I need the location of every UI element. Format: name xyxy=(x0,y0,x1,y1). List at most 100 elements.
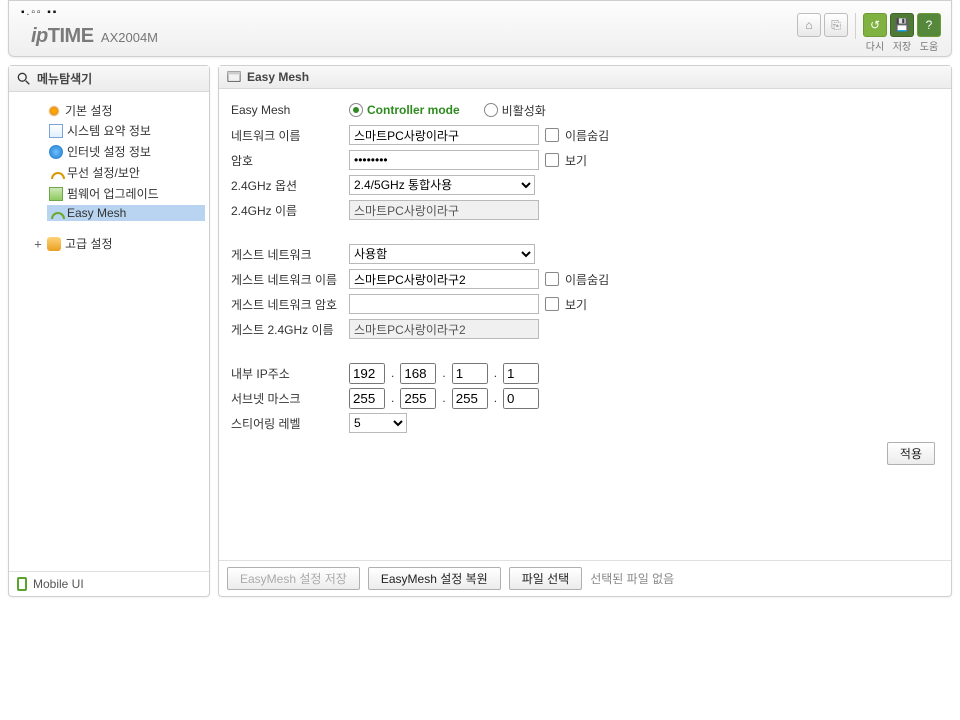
help-button[interactable]: ? xyxy=(917,13,941,37)
password-label: 암호 xyxy=(231,152,349,169)
guest-name24-input xyxy=(349,319,539,339)
mode-controller-radio[interactable] xyxy=(349,103,363,117)
mode-disabled-label[interactable]: 비활성화 xyxy=(502,102,546,119)
header-dots-icon: ▪.▫▫ ▪▪ xyxy=(21,7,58,18)
magnifier-icon xyxy=(17,72,31,86)
apply-button[interactable]: 적용 xyxy=(887,442,935,465)
file-none-label: 선택된 파일 없음 xyxy=(590,570,674,587)
ip-octet-2[interactable] xyxy=(400,363,436,384)
opt24-select[interactable]: 2.4/5GHz 통합사용 xyxy=(349,175,535,195)
nav-tree: 기본 설정 시스템 요약 정보 인터넷 설정 정보 xyxy=(9,92,209,571)
tree-label-firmware: 펌웨어 업그레이드 xyxy=(67,185,159,202)
save-label: 저장 xyxy=(890,38,914,53)
ip-label: 내부 IP주소 xyxy=(231,365,349,382)
collapse-icon: + xyxy=(33,237,43,251)
tree-label-system: 시스템 요약 정보 xyxy=(67,122,151,139)
mesh-icon xyxy=(49,206,63,220)
mask-octet-2[interactable] xyxy=(400,388,436,409)
tree-node-wireless[interactable]: 무선 설정/보안 xyxy=(47,163,205,182)
gear-icon xyxy=(47,104,61,118)
guest-name24-label: 게스트 2.4GHz 이름 xyxy=(231,321,349,338)
save-config-button: EasyMesh 설정 저장 xyxy=(227,567,360,590)
home-icon: ⌂ xyxy=(805,18,812,32)
name24-label: 2.4GHz 이름 xyxy=(231,202,349,219)
tree-node-firmware[interactable]: 펌웨어 업그레이드 xyxy=(47,184,205,203)
guest-password-input[interactable] xyxy=(349,294,539,314)
tree-label-internet: 인터넷 설정 정보 xyxy=(67,143,151,160)
guest-label: 게스트 네트워크 xyxy=(231,246,349,263)
guest-ssid-hide-label[interactable]: 이름숨김 xyxy=(565,271,609,288)
reload-button[interactable]: ↺ xyxy=(863,13,887,37)
content-pane: Easy Mesh Easy Mesh Controller mode 비활성화 xyxy=(218,65,952,597)
ssid-label: 네트워크 이름 xyxy=(231,127,349,144)
main-area: 메뉴탐색기 기본 설정 시스템 요약 정보 xyxy=(0,65,960,605)
ip-octet-3[interactable] xyxy=(452,363,488,384)
content-footer: EasyMesh 설정 저장 EasyMesh 설정 복원 파일 선택 선택된 … xyxy=(219,560,951,596)
mask-label: 서브넷 마스크 xyxy=(231,390,349,407)
help-icon: ? xyxy=(926,18,933,32)
mode-controller-label[interactable]: Controller mode xyxy=(367,103,460,117)
ip-octet-4[interactable] xyxy=(503,363,539,384)
sidebar-title: 메뉴탐색기 xyxy=(9,66,209,92)
panel-icon xyxy=(227,70,241,84)
password-show-label[interactable]: 보기 xyxy=(565,152,587,169)
tree-node-internet[interactable]: 인터넷 설정 정보 xyxy=(47,142,205,161)
sidebar-footer[interactable]: Mobile UI xyxy=(9,571,209,596)
mask-octet-4[interactable] xyxy=(503,388,539,409)
globe-icon xyxy=(49,145,63,159)
tree-label-wireless: 무선 설정/보안 xyxy=(67,164,140,181)
mobile-ui-link: Mobile UI xyxy=(33,577,84,591)
upgrade-icon xyxy=(49,187,63,201)
password-show-checkbox[interactable] xyxy=(545,153,559,167)
guest-ssid-hide-checkbox[interactable] xyxy=(545,272,559,286)
form-body: Easy Mesh Controller mode 비활성화 네트워크 이름 xyxy=(219,89,951,560)
steering-select[interactable]: 5 xyxy=(349,413,407,433)
tree-label-advanced: 고급 설정 xyxy=(65,235,113,252)
tree-node-advanced[interactable]: + 고급 설정 xyxy=(31,234,205,253)
ssid-input[interactable] xyxy=(349,125,539,145)
guest-select[interactable]: 사용함 xyxy=(349,244,535,264)
name24-input xyxy=(349,200,539,220)
ssid-hide-label[interactable]: 이름숨김 xyxy=(565,127,609,144)
guest-password-show-checkbox[interactable] xyxy=(545,297,559,311)
header-buttons: ⌂ ⎘ ↺ 다시 💾 저장 ? 도움 xyxy=(797,13,941,53)
tree-node-system[interactable]: 시스템 요약 정보 xyxy=(47,121,205,140)
model-label: AX2004M xyxy=(101,30,158,45)
document-icon xyxy=(49,124,63,138)
logo-time: TIME xyxy=(48,25,94,47)
guest-ssid-input[interactable] xyxy=(349,269,539,289)
header-separator xyxy=(855,13,856,39)
reload-icon: ↺ xyxy=(870,18,880,32)
restore-config-button[interactable]: EasyMesh 설정 복원 xyxy=(368,567,501,590)
tree-node-easymesh[interactable]: Easy Mesh xyxy=(47,205,205,221)
save-button[interactable]: 💾 xyxy=(890,13,914,37)
home-button[interactable]: ⌂ xyxy=(797,13,821,37)
app-header: ▪.▫▫ ▪▪ ipTIME AX2004M ⌂ ⎘ ↺ 다시 💾 저장 ? 도… xyxy=(8,0,952,57)
tree-label-easymesh: Easy Mesh xyxy=(67,206,126,220)
sidebar-title-text: 메뉴탐색기 xyxy=(37,70,92,87)
guest-password-show-label[interactable]: 보기 xyxy=(565,296,587,313)
guest-ssid-label: 게스트 네트워크 이름 xyxy=(231,271,349,288)
logout-button[interactable]: ⎘ xyxy=(824,13,848,37)
sidebar-pane: 메뉴탐색기 기본 설정 시스템 요약 정보 xyxy=(8,65,210,597)
mode-disabled-radio[interactable] xyxy=(484,103,498,117)
logout-icon: ⎘ xyxy=(831,18,841,33)
file-select-button[interactable]: 파일 선택 xyxy=(509,567,583,590)
steering-label: 스티어링 레벨 xyxy=(231,415,349,432)
tree-node-basic[interactable]: 기본 설정 xyxy=(31,101,205,120)
password-input[interactable] xyxy=(349,150,539,170)
mobile-icon xyxy=(17,577,27,591)
brand-logo: ipTIME AX2004M xyxy=(31,25,158,48)
save-icon: 💾 xyxy=(895,18,910,32)
opt24-label: 2.4GHz 옵션 xyxy=(231,177,349,194)
mask-octet-1[interactable] xyxy=(349,388,385,409)
content-title-text: Easy Mesh xyxy=(247,70,309,84)
mode-label: Easy Mesh xyxy=(231,103,349,117)
logo-ip: ip xyxy=(31,25,48,47)
content-title: Easy Mesh xyxy=(219,66,951,89)
ssid-hide-checkbox[interactable] xyxy=(545,128,559,142)
tools-icon xyxy=(47,237,61,251)
guest-password-label: 게스트 네트워크 암호 xyxy=(231,296,349,313)
mask-octet-3[interactable] xyxy=(452,388,488,409)
ip-octet-1[interactable] xyxy=(349,363,385,384)
